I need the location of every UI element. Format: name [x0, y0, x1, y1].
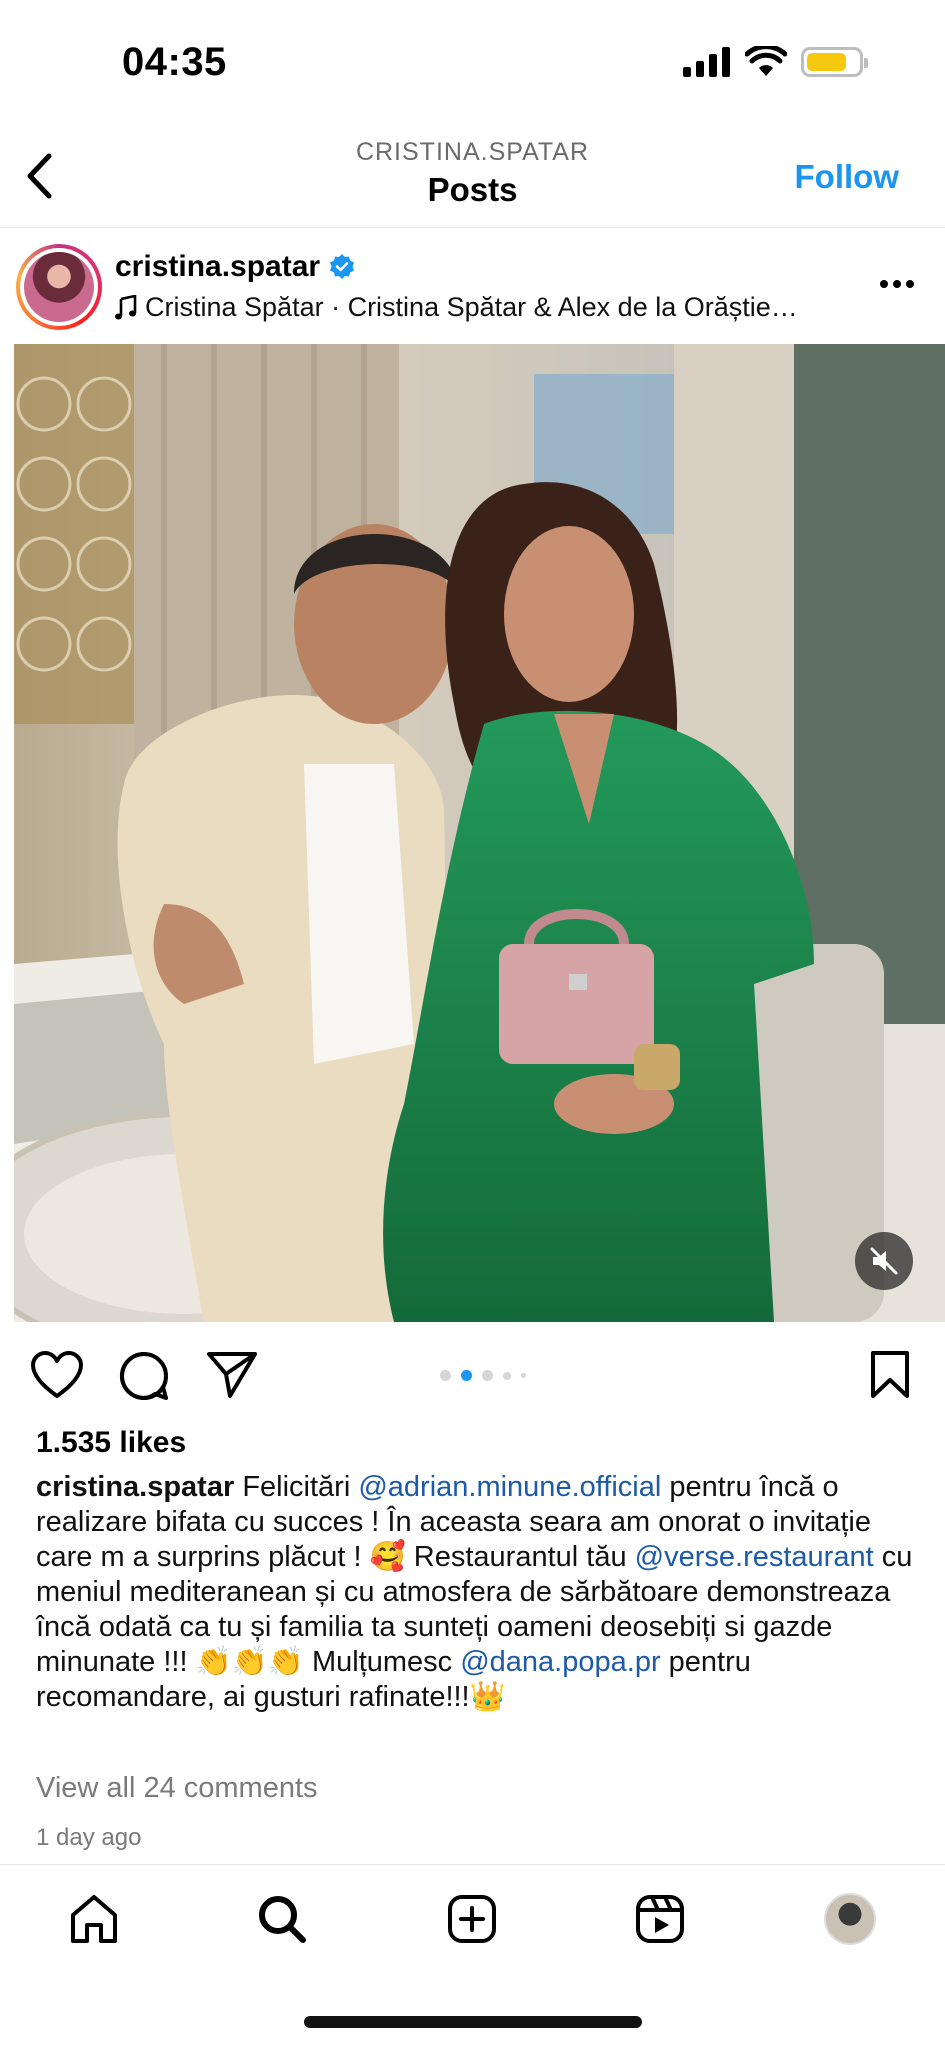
tab-bar	[0, 1864, 945, 1974]
reels-icon	[636, 1895, 684, 1943]
carousel-indicator	[440, 1370, 526, 1381]
tab-reels[interactable]	[628, 1887, 692, 1951]
mention-link[interactable]: @adrian.minune.official	[358, 1471, 661, 1503]
mention-link[interactable]: @dana.popa.pr	[460, 1646, 660, 1678]
music-note-icon	[115, 294, 137, 319]
carousel-dot	[440, 1370, 451, 1381]
post-username[interactable]: cristina.spatar	[115, 250, 320, 284]
post-actions	[0, 1336, 945, 1416]
tab-search[interactable]	[250, 1887, 314, 1951]
profile-avatar	[824, 1893, 876, 1945]
carousel-dot	[521, 1373, 526, 1378]
caption-username[interactable]: cristina.spatar	[36, 1471, 234, 1503]
story-avatar[interactable]	[16, 244, 102, 330]
like-button[interactable]	[30, 1350, 84, 1405]
carousel-dot	[503, 1371, 511, 1380]
view-comments-link[interactable]: View all 24 comments	[36, 1772, 318, 1805]
tab-home[interactable]	[62, 1887, 126, 1951]
comment-icon	[119, 1351, 168, 1400]
mute-button[interactable]	[855, 1232, 913, 1290]
likes-count[interactable]: 1.535 likes	[36, 1426, 186, 1460]
status-bar: 04:35	[0, 0, 945, 120]
muted-speaker-icon	[870, 1247, 898, 1275]
avatar	[24, 252, 94, 322]
tab-profile[interactable]	[818, 1887, 882, 1951]
heart-icon	[31, 1351, 83, 1398]
share-button[interactable]	[206, 1350, 258, 1405]
save-button[interactable]	[869, 1350, 911, 1405]
battery-icon	[801, 47, 868, 77]
home-icon	[71, 1895, 117, 1943]
nav-header: CRISTINA.SPATAR Posts Follow	[0, 128, 945, 228]
tab-create[interactable]	[440, 1887, 504, 1951]
more-dots-icon	[880, 280, 914, 288]
post-timestamp: 1 day ago	[36, 1824, 142, 1851]
home-indicator	[304, 2016, 642, 2028]
signal-icon	[683, 47, 730, 77]
bookmark-icon	[871, 1351, 909, 1398]
post-image	[14, 344, 945, 1322]
more-options-button[interactable]	[879, 276, 915, 294]
post-header: cristina.spatar Cristina Spătar · Cristi…	[0, 236, 945, 342]
verified-badge-icon	[330, 254, 355, 279]
share-icon	[207, 1352, 257, 1398]
wifi-icon	[745, 46, 787, 76]
status-icons	[683, 46, 868, 78]
mention-link[interactable]: @verse.restaurant	[635, 1541, 874, 1573]
audio-label: Cristina Spătar · Cristina Spătar & Alex…	[145, 292, 798, 322]
post-caption: cristina.spatar Felicitări @adrian.minun…	[36, 1470, 916, 1715]
search-icon	[259, 1896, 306, 1943]
caption-text: Felicitări	[234, 1471, 359, 1503]
follow-button[interactable]: Follow	[795, 158, 899, 196]
status-time: 04:35	[122, 40, 227, 84]
create-icon	[448, 1895, 496, 1943]
username-row: cristina.spatar	[115, 250, 356, 284]
comment-button[interactable]	[118, 1350, 170, 1407]
carousel-dot-active	[461, 1370, 472, 1381]
audio-attribution[interactable]: Cristina Spătar · Cristina Spătar & Alex…	[115, 292, 798, 323]
post-photo[interactable]	[14, 344, 945, 1322]
carousel-dot	[482, 1370, 493, 1381]
